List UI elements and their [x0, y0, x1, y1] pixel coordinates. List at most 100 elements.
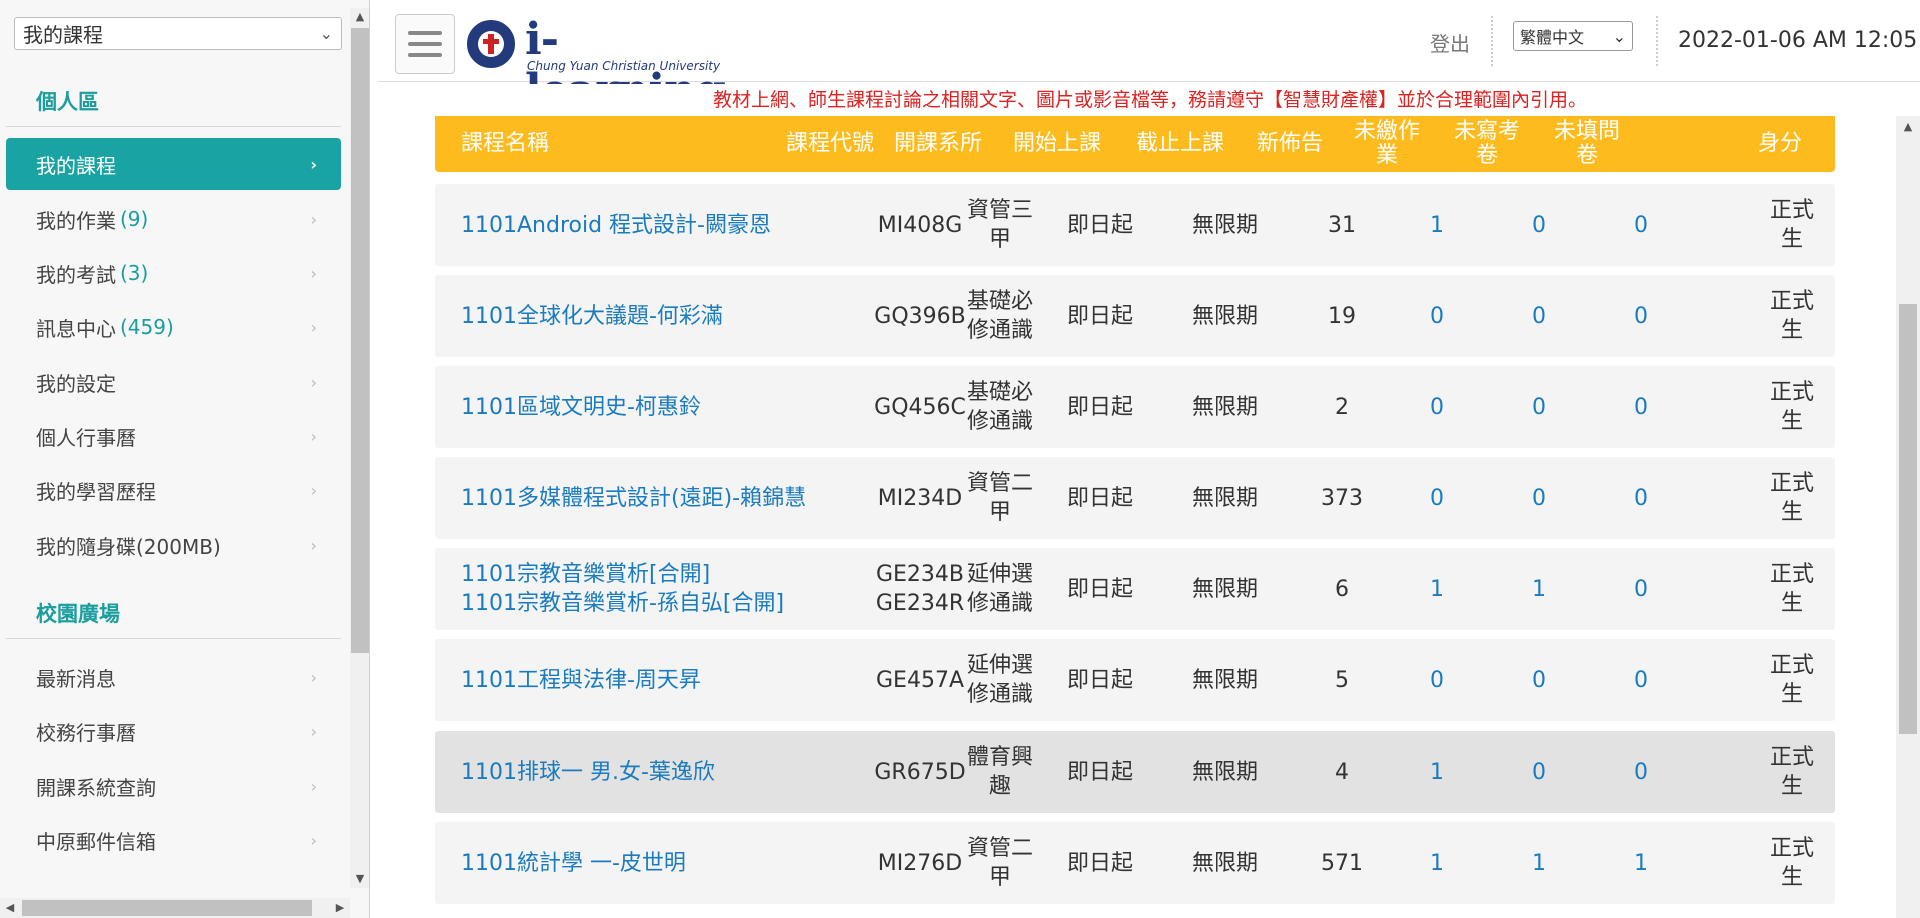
scroll-down-icon[interactable]: ▼ — [350, 870, 369, 888]
chevron-right-icon: › — [310, 154, 317, 174]
nav-item-my-courses[interactable]: 我的課程 › — [6, 138, 341, 190]
chevron-right-icon: › — [310, 721, 317, 741]
left-vertical-scrollbar[interactable]: ▲ ▼ — [350, 8, 369, 888]
nav-item-learning-history[interactable]: 我的學習歷程 › — [6, 464, 341, 516]
untaken-exams[interactable]: 1 — [1532, 575, 1546, 604]
department: 資管二甲 — [966, 471, 1033, 525]
scrollbar-thumb[interactable] — [351, 28, 369, 653]
chevron-right-icon: › — [310, 317, 317, 337]
scroll-up-icon[interactable]: ▲ — [350, 8, 369, 26]
unsubmitted-homework[interactable]: 1 — [1430, 758, 1444, 787]
course-link[interactable]: 1101工程與法律-周天昇 — [461, 666, 701, 695]
nav-item-messages[interactable]: 訊息中心 (459) › — [6, 301, 341, 353]
unsubmitted-homework[interactable]: 1 — [1430, 575, 1444, 604]
new-announcements[interactable]: 6 — [1335, 575, 1349, 604]
unfilled-surveys[interactable]: 0 — [1634, 575, 1648, 604]
unfilled-surveys[interactable]: 1 — [1634, 849, 1648, 878]
untaken-exams[interactable]: 0 — [1532, 666, 1546, 695]
new-announcements[interactable]: 4 — [1335, 758, 1349, 787]
new-announcements[interactable]: 373 — [1321, 484, 1363, 513]
unsubmitted-homework[interactable]: 0 — [1430, 666, 1444, 695]
site-logo[interactable]: i-learning Chung Yuan Christian Universi… — [467, 14, 757, 116]
course-link[interactable]: 1101多媒體程式設計(遠距)-賴錦慧 — [461, 484, 806, 513]
nav-item-personal-calendar[interactable]: 個人行事曆 › — [6, 410, 341, 462]
nav-item-mail[interactable]: 中原郵件信箱 › — [6, 814, 341, 866]
main-vertical-scrollbar[interactable]: ▲ — [1896, 116, 1920, 918]
scroll-up-icon[interactable]: ▲ — [1896, 120, 1920, 138]
unsubmitted-homework[interactable]: 0 — [1430, 302, 1444, 331]
unfilled-surveys[interactable]: 0 — [1634, 484, 1648, 513]
left-horizontal-scrollbar[interactable]: ◀ ▶ — [0, 898, 350, 918]
enrollment-role: 正式生 — [1769, 562, 1814, 616]
new-announcements[interactable]: 571 — [1321, 849, 1363, 878]
nav-item-count: (3) — [120, 261, 149, 285]
table-row: 1101多媒體程式設計(遠距)-賴錦慧 MI234D 資管二甲 即日起 無限期 37… — [435, 457, 1835, 539]
unfilled-surveys[interactable]: 0 — [1634, 211, 1648, 240]
course-select[interactable]: 我的課程 ⌄ — [14, 17, 342, 50]
course-code: MI276D — [877, 850, 963, 876]
unsubmitted-homework[interactable]: 0 — [1430, 393, 1444, 422]
nav-item-storage[interactable]: 我的隨身碟(200MB) › — [6, 519, 341, 571]
unsubmitted-homework[interactable]: 1 — [1430, 211, 1444, 240]
nav-item-count: (459) — [120, 315, 174, 339]
course-link[interactable]: 1101全球化大議題-何彩滿 — [461, 302, 723, 331]
language-select[interactable]: 繁體中文 ⌄ — [1513, 21, 1633, 51]
unsubmitted-homework[interactable]: 1 — [1430, 849, 1444, 878]
nav-item-my-homework[interactable]: 我的作業 (9) › — [6, 193, 341, 245]
nav-item-label: 我的學習歷程 — [36, 479, 156, 504]
course-select-value: 我的課程 — [23, 23, 103, 47]
chevron-down-icon: ⌄ — [1612, 26, 1626, 46]
scrollbar-thumb[interactable] — [22, 900, 312, 916]
enrollment-role: 正式生 — [1769, 836, 1814, 890]
nav-item-news[interactable]: 最新消息 › — [6, 651, 341, 703]
unfilled-surveys[interactable]: 0 — [1634, 302, 1648, 331]
course-link[interactable]: 1101宗教音樂賞析[合開] — [461, 560, 784, 589]
scroll-left-icon[interactable]: ◀ — [0, 898, 20, 918]
unfilled-surveys[interactable]: 0 — [1634, 666, 1648, 695]
course-link[interactable]: 1101Android 程式設計-闕豪恩 — [461, 211, 771, 240]
language-select-value: 繁體中文 — [1520, 28, 1585, 47]
end-date: 無限期 — [1191, 667, 1258, 693]
nav-item-count: (9) — [120, 207, 149, 231]
course-link[interactable]: 1101統計學 一-皮世明 — [461, 849, 686, 878]
untaken-exams[interactable]: 0 — [1532, 393, 1546, 422]
nav-item-label: 中原郵件信箱 — [36, 829, 156, 854]
section-campus: 校園廣場 — [36, 602, 120, 626]
course-link[interactable]: 1101宗教音樂賞析-孫自弘[合開] — [461, 589, 784, 618]
scrollbar-thumb[interactable] — [1899, 304, 1917, 734]
untaken-exams[interactable]: 0 — [1532, 211, 1546, 240]
enrollment-role: 正式生 — [1769, 745, 1814, 799]
untaken-exams[interactable]: 0 — [1532, 484, 1546, 513]
nav-item-school-calendar[interactable]: 校務行事曆 › — [6, 705, 341, 757]
start-date: 即日起 — [1066, 667, 1133, 693]
untaken-exams[interactable]: 1 — [1532, 849, 1546, 878]
course-code: GR675D — [874, 759, 966, 785]
untaken-exams[interactable]: 0 — [1532, 758, 1546, 787]
unfilled-surveys[interactable]: 0 — [1634, 393, 1648, 422]
untaken-exams[interactable]: 0 — [1532, 302, 1546, 331]
left-navigation: 我的課程 ⌄ 個人區 我的課程 › 我的作業 (9) › 我的考試 (3) › … — [0, 0, 370, 918]
current-datetime: 2022-01-06 AM 12:05 — [1678, 28, 1918, 53]
nav-item-label: 開課系統查詢 — [36, 775, 156, 800]
unsubmitted-homework[interactable]: 0 — [1430, 484, 1444, 513]
new-announcements[interactable]: 19 — [1328, 302, 1356, 331]
menu-icon-bar — [408, 31, 442, 35]
nav-item-label: 我的作業 — [36, 208, 116, 233]
chevron-right-icon: › — [310, 667, 317, 687]
chevron-right-icon: › — [310, 209, 317, 229]
unfilled-surveys[interactable]: 0 — [1634, 758, 1648, 787]
new-announcements[interactable]: 2 — [1335, 393, 1349, 422]
col-homework: 未繳作業 — [1353, 119, 1420, 168]
end-date: 無限期 — [1191, 576, 1258, 602]
nav-item-my-exams[interactable]: 我的考試 (3) › — [6, 247, 341, 299]
new-announcements[interactable]: 5 — [1335, 666, 1349, 695]
logout-link[interactable]: 登出 — [1430, 28, 1470, 57]
nav-item-course-query[interactable]: 開課系統查詢 › — [6, 760, 341, 812]
scroll-right-icon[interactable]: ▶ — [330, 898, 350, 918]
nav-item-label: 我的課程 — [36, 153, 116, 178]
course-link[interactable]: 1101排球一 男.女-葉逸欣 — [461, 758, 715, 787]
nav-item-settings[interactable]: 我的設定 › — [6, 356, 341, 408]
course-link[interactable]: 1101區域文明史-柯惠鈴 — [461, 393, 701, 422]
hamburger-menu-button[interactable] — [395, 14, 455, 74]
new-announcements[interactable]: 31 — [1328, 211, 1356, 240]
